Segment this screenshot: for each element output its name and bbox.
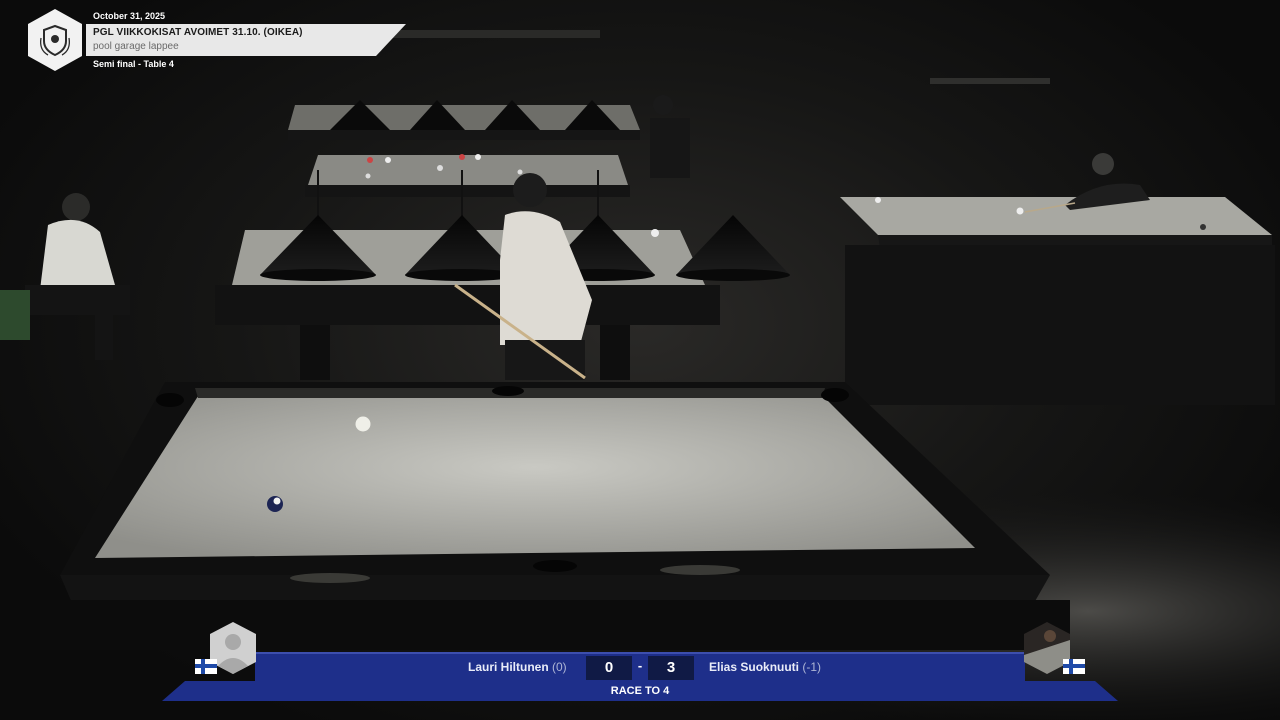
player-right-label: Elias Suoknuuti (-1) [709, 660, 821, 674]
finland-flag-icon [1063, 659, 1085, 674]
player-left-score: 0 [586, 656, 632, 680]
stream-frame: October 31, 2025 PGL VIIKKOKISAT AVOIMET… [0, 0, 1280, 720]
player-left-label: Lauri Hiltunen (0) [468, 660, 567, 674]
player-left-handicap: (0) [552, 660, 567, 674]
player-right-score: 3 [648, 656, 694, 680]
race-to-label: RACE TO 4 [610, 685, 670, 697]
player-left-name: Lauri Hiltunen [468, 660, 549, 674]
player-right-name: Elias Suoknuuti [709, 660, 800, 674]
scoreboard [162, 622, 1118, 701]
finland-flag-icon [195, 659, 217, 674]
player-right-handicap: (-1) [802, 660, 822, 674]
score-separator: - [637, 658, 643, 673]
